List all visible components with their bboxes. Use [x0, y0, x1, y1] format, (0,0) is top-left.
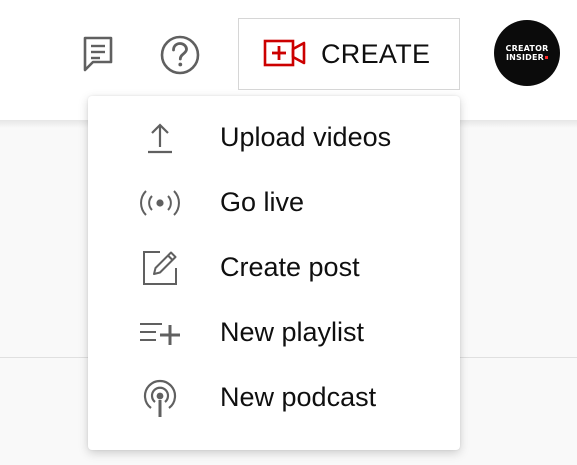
live-broadcast-icon — [136, 181, 184, 225]
menu-item-new-playlist[interactable]: New playlist — [88, 300, 460, 365]
create-dropdown-menu: Upload videos Go live Create post New pl… — [88, 96, 460, 450]
menu-item-label: New podcast — [220, 382, 377, 412]
menu-item-upload-videos[interactable]: Upload videos — [88, 105, 460, 170]
upload-icon — [136, 116, 184, 160]
avatar-logo-line2: INSIDER — [506, 53, 549, 62]
menu-item-go-live[interactable]: Go live — [88, 170, 460, 235]
add-playlist-icon — [136, 311, 184, 355]
menu-item-new-podcast[interactable]: New podcast — [88, 365, 460, 430]
menu-item-label: Create post — [220, 252, 360, 282]
menu-item-label: New playlist — [220, 317, 365, 347]
feedback-button[interactable] — [80, 34, 116, 76]
edit-post-icon — [136, 246, 184, 290]
help-icon — [158, 33, 202, 80]
avatar-logo-line1: CREATOR — [505, 44, 549, 53]
menu-item-label: Upload videos — [220, 122, 392, 152]
create-button[interactable]: CREATE — [238, 18, 460, 90]
podcast-icon — [136, 376, 184, 420]
create-button-label: CREATE — [321, 38, 431, 69]
avatar[interactable]: CREATOR INSIDER — [494, 20, 560, 86]
menu-item-label: Go live — [220, 187, 305, 217]
feedback-icon — [81, 34, 115, 77]
create-video-icon — [263, 38, 307, 71]
help-button[interactable] — [157, 33, 203, 79]
menu-item-create-post[interactable]: Create post — [88, 235, 460, 300]
